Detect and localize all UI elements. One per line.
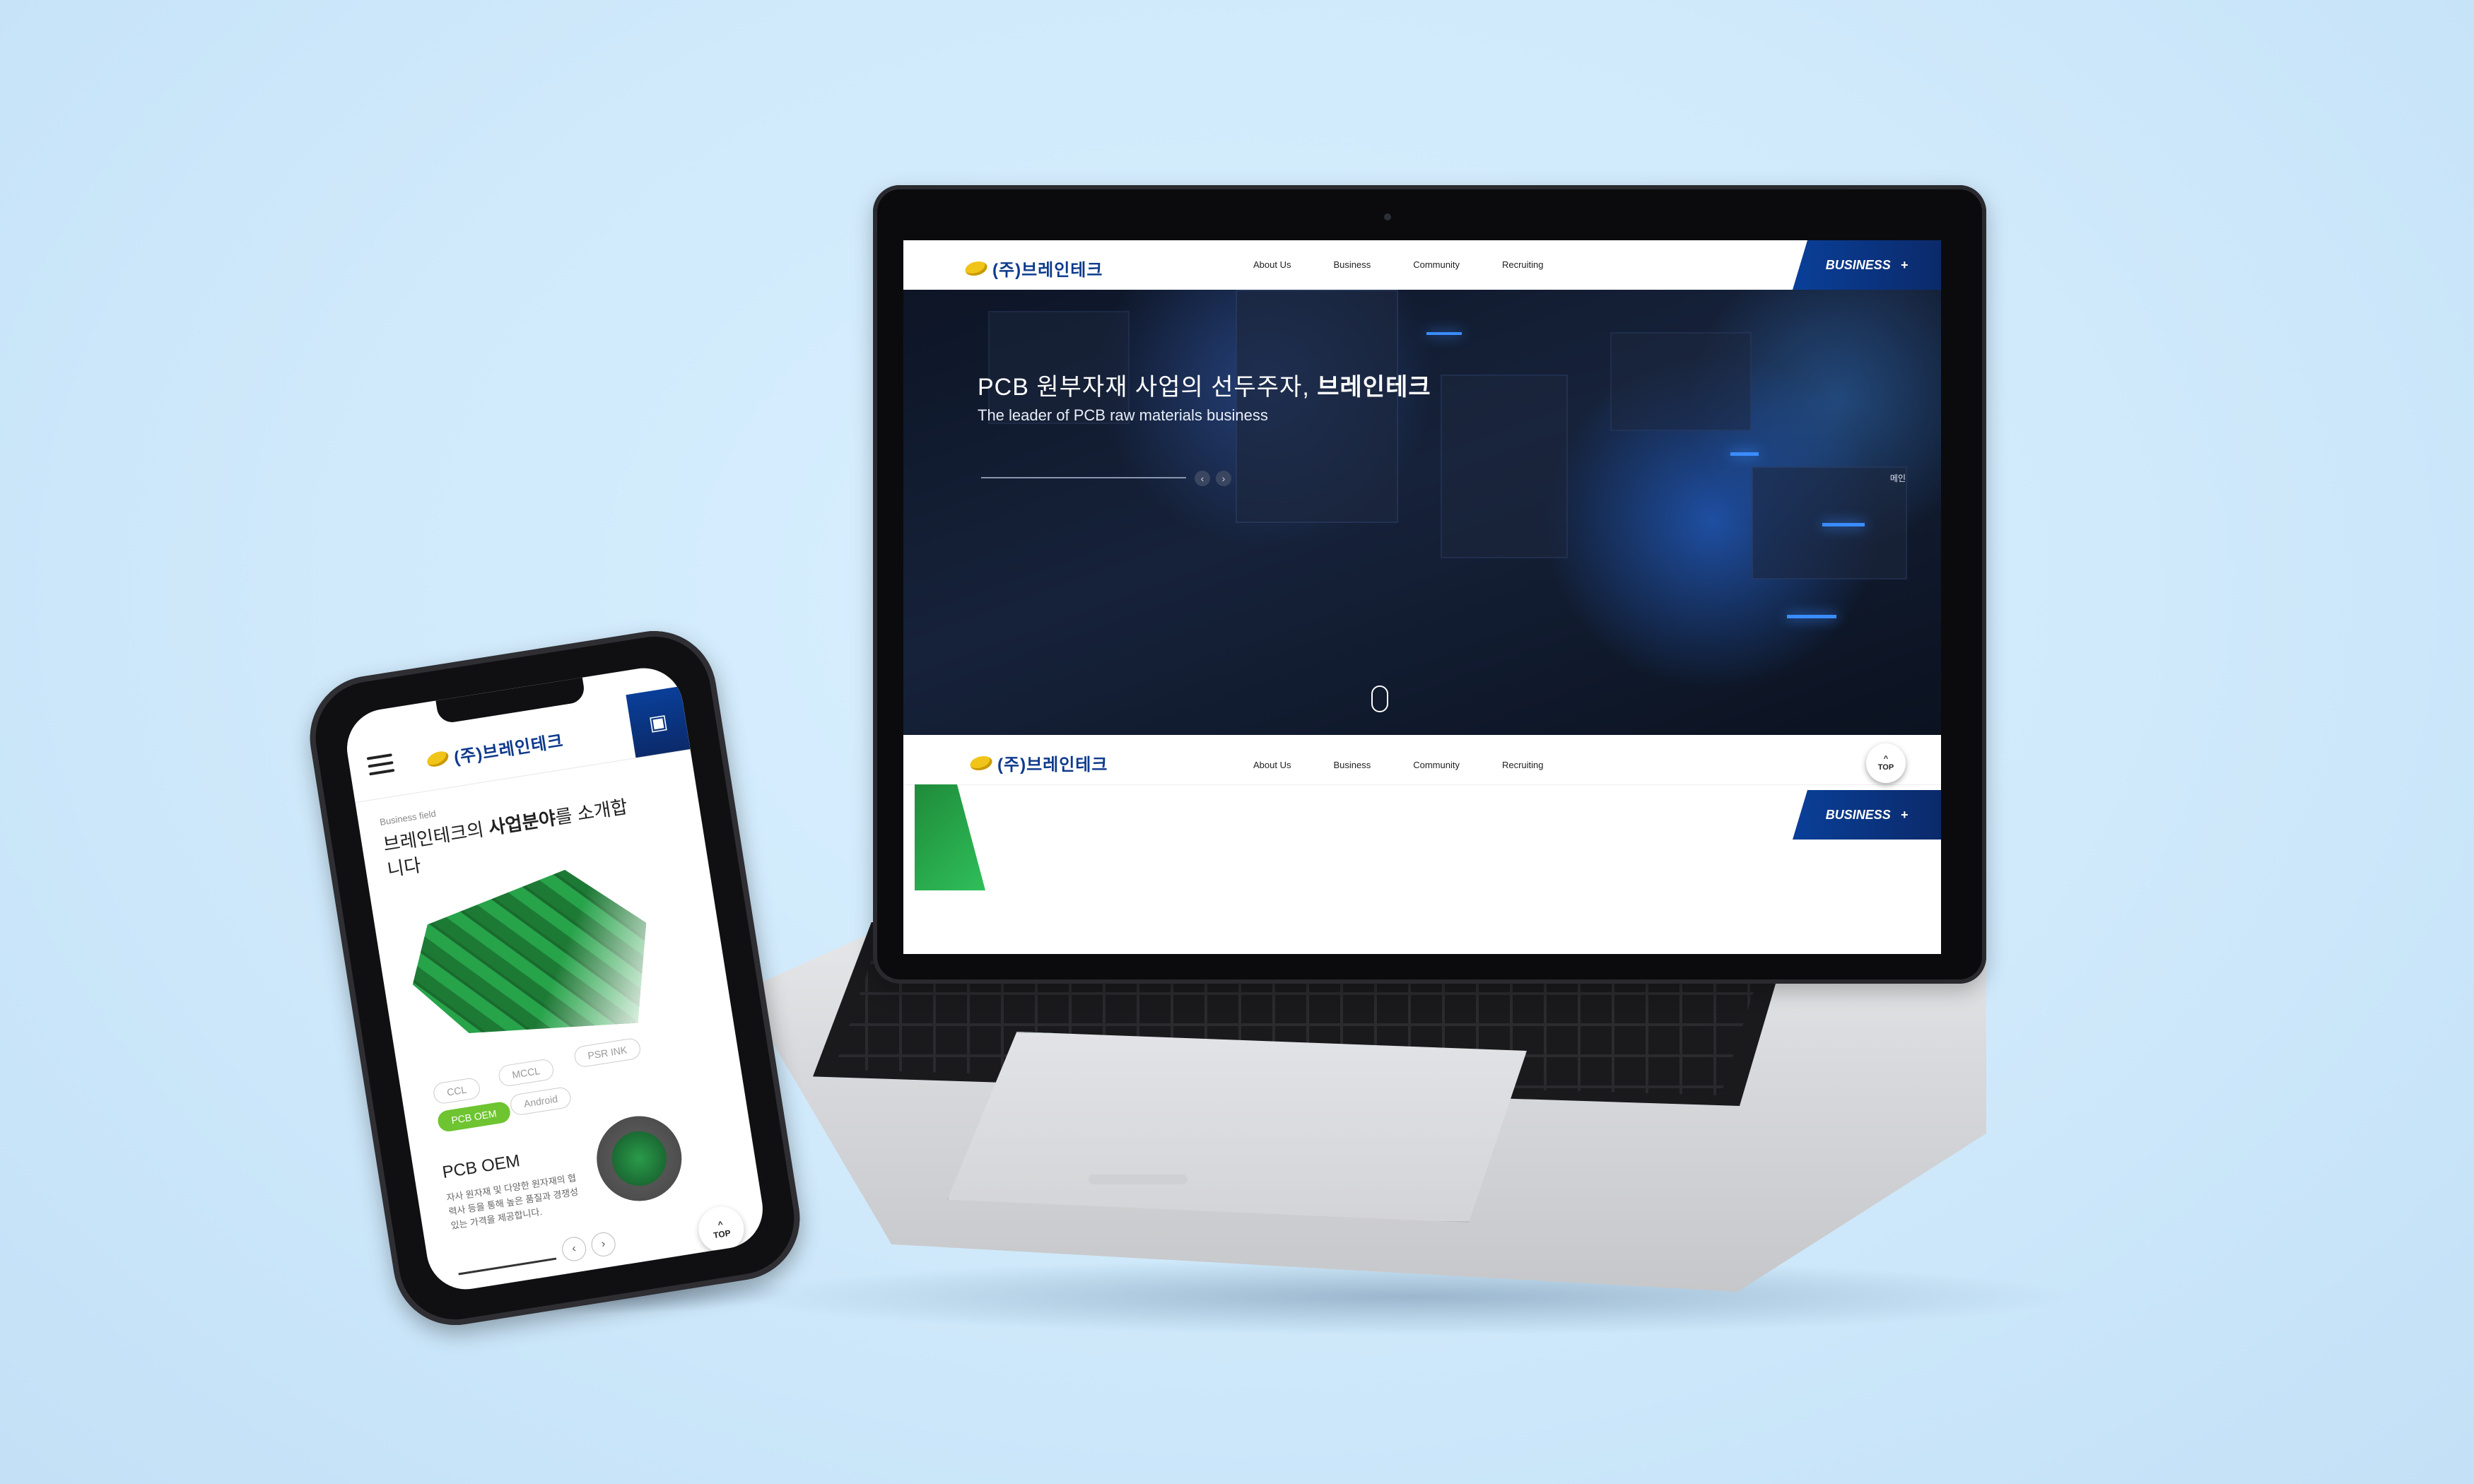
- pcb-image: [915, 784, 985, 890]
- site-logo-secondary[interactable]: (주)브레인테크: [968, 750, 1108, 775]
- chip-pcb-oem[interactable]: PCB OEM: [436, 1100, 512, 1133]
- nav-recruiting[interactable]: Recruiting: [1502, 760, 1544, 770]
- chip-psr-ink[interactable]: PSR INK: [573, 1037, 643, 1068]
- hero-title-prefix: PCB 원부자재 사업의 선두주자,: [978, 374, 1318, 401]
- laptop-camera: [1384, 213, 1391, 220]
- slider-next-button[interactable]: ›: [590, 1230, 618, 1259]
- slider-prev-button[interactable]: ‹: [560, 1235, 588, 1263]
- pcb-image: [399, 859, 662, 1056]
- scroll-top-label: TOP: [1877, 763, 1894, 772]
- site-logo[interactable]: (주)브레인테크: [963, 256, 1103, 281]
- business-button-label: BUSINESS: [1825, 807, 1891, 822]
- hero-progress-bar: [981, 477, 1186, 478]
- nav-business[interactable]: Business: [1333, 259, 1371, 270]
- scroll-mouse-icon: [1371, 685, 1388, 712]
- hero-side-label: 메인: [1889, 473, 1906, 483]
- laptop-trackpad: [947, 1032, 1527, 1223]
- hero-title-brand: 브레인테크: [1317, 374, 1431, 401]
- logo-text: (주)브레인테크: [997, 755, 1108, 775]
- logo-icon: [963, 261, 990, 276]
- hero-bg-glow: [1730, 452, 1759, 456]
- hero-subtitle: The leader of PCB raw materials business: [978, 406, 1268, 424]
- heading-bold: 사업분야: [486, 807, 558, 839]
- logo-text: (주)브레인테크: [992, 261, 1103, 280]
- laptop-screen: (주)브레인테크 About Us Business Community Rec…: [903, 240, 1941, 954]
- main-nav: About Us Business Community Recruiting: [1253, 259, 1544, 270]
- logo-icon: [968, 755, 995, 770]
- oem-title: PCB OEM: [440, 1151, 522, 1183]
- nav-about-us[interactable]: About Us: [1253, 259, 1291, 270]
- business-button-secondary[interactable]: BUSINESS +: [1793, 790, 1941, 840]
- hero-bg-block: [1610, 332, 1752, 431]
- business-button[interactable]: BUSINESS +: [1793, 240, 1941, 290]
- oem-description: 자사 원자재 및 다양한 원자재의 협력사 등을 통해 높은 품질과 경쟁성있는…: [445, 1172, 580, 1232]
- secondary-nav: About Us Business Community Recruiting: [1253, 760, 1544, 770]
- chip-android[interactable]: Android: [509, 1085, 573, 1117]
- site-header: (주)브레인테크 About Us Business Community Rec…: [903, 240, 1941, 290]
- hero-bg-glow: [1787, 615, 1836, 618]
- hero-prev-button[interactable]: ‹: [1195, 471, 1210, 486]
- briefcase-icon: ▣: [647, 709, 669, 735]
- hero-banner: PCB 원부자재 사업의 선두주자, 브레인테크 The leader of P…: [903, 290, 1941, 735]
- menu-icon[interactable]: [366, 753, 395, 776]
- chip-ccl[interactable]: CCL: [432, 1076, 482, 1105]
- business-button-label: BUSINESS: [1825, 257, 1891, 272]
- hero-bg-glow: [1822, 523, 1865, 526]
- business-heading: 브레인테크의 사업분야를 소개합니다: [382, 793, 641, 883]
- hero-title: PCB 원부자재 사업의 선두주자, 브레인테크: [978, 367, 1431, 402]
- nav-recruiting[interactable]: Recruiting: [1502, 259, 1544, 270]
- oem-thumbnail: [590, 1109, 688, 1208]
- hero-next-button[interactable]: ›: [1216, 471, 1231, 486]
- sticky-header: (주)브레인테크 About Us Business Community Rec…: [903, 735, 1941, 840]
- nav-community[interactable]: Community: [1413, 760, 1460, 770]
- logo-text: (주)브레인테크: [452, 731, 565, 768]
- mobile-logo[interactable]: (주)브레인테크: [426, 726, 565, 772]
- nav-about-us[interactable]: About Us: [1253, 760, 1291, 770]
- chip-mccl[interactable]: MCCL: [497, 1058, 555, 1088]
- laptop-notch: [1089, 1174, 1188, 1184]
- arrow-up-icon: ^: [1883, 755, 1889, 763]
- hero-bg-glow: [1426, 332, 1462, 335]
- arrow-up-icon: ^: [717, 1219, 724, 1230]
- nav-business[interactable]: Business: [1333, 760, 1371, 770]
- second-section: (주)브레인테크 About Us Business Community Rec…: [903, 735, 1941, 954]
- slider-progress: [458, 1257, 557, 1276]
- plus-icon: +: [1900, 807, 1909, 822]
- plus-icon: +: [1900, 257, 1909, 272]
- hero-bg-block: [1441, 375, 1568, 558]
- logo-icon: [426, 749, 450, 768]
- business-tab[interactable]: ▣: [626, 686, 691, 758]
- nav-community[interactable]: Community: [1413, 259, 1460, 270]
- scroll-top-button[interactable]: ^ TOP: [1866, 743, 1906, 783]
- scroll-top-label: TOP: [713, 1227, 732, 1241]
